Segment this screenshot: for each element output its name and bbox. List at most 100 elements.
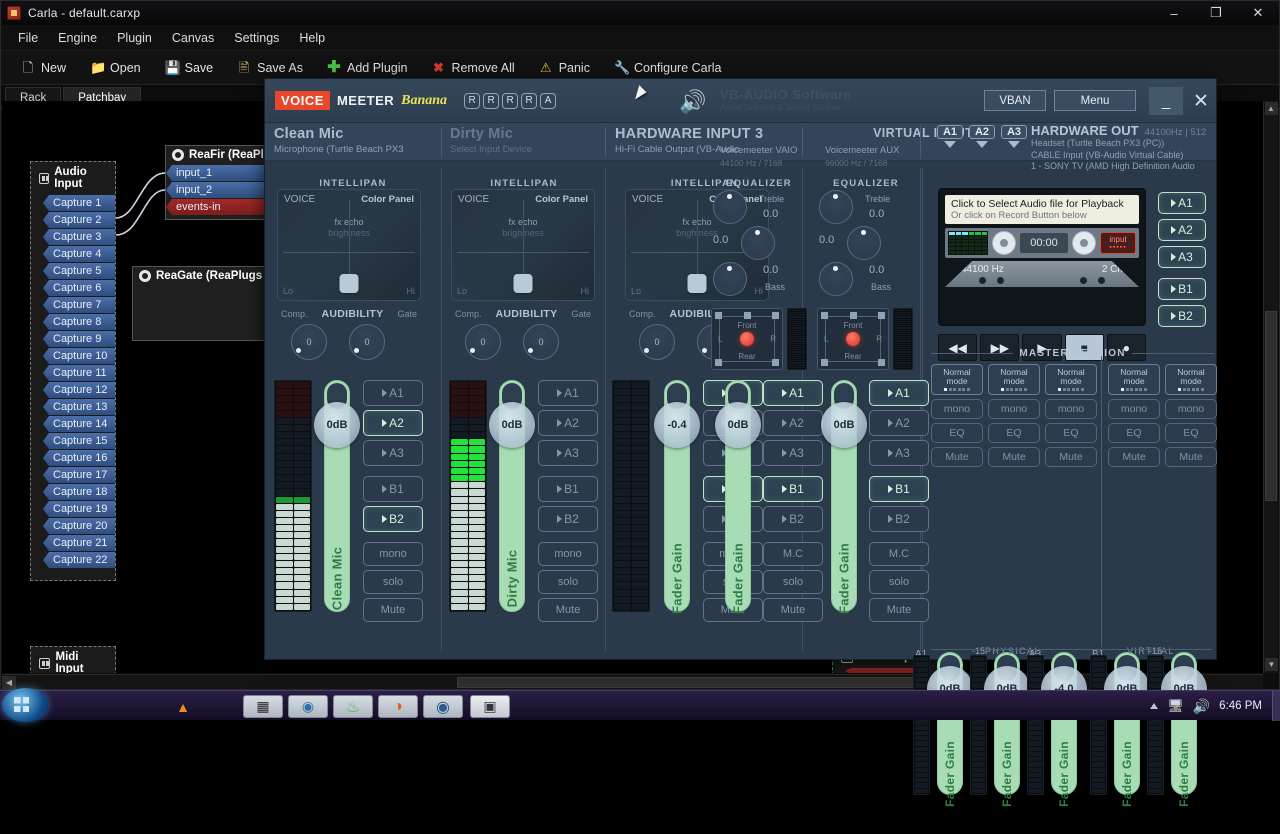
scroll-left-arrow[interactable]: ◀ xyxy=(2,676,16,689)
toolbar-remove-all-button[interactable]: ✖ Remove All xyxy=(421,57,524,79)
r-badge-4[interactable]: R xyxy=(521,93,537,109)
r-badge-3[interactable]: R xyxy=(502,93,518,109)
toolbar-save-as-button[interactable]: 🖹 Save As xyxy=(227,57,313,79)
bus-a3-chevron-down-icon[interactable] xyxy=(1008,141,1020,148)
master-a1-mono-button[interactable]: mono xyxy=(931,399,983,419)
strip-4-surround-handle[interactable] xyxy=(740,332,754,346)
toolbar-new-button[interactable]: 🗋 New xyxy=(11,57,76,79)
s1btns-mute-button[interactable]: Mute xyxy=(363,598,423,622)
strip-3-fader-knob[interactable]: -0.4 xyxy=(654,402,700,448)
show-desktop-button[interactable] xyxy=(1272,691,1280,721)
s2btns-b2[interactable]: B2 xyxy=(538,506,598,532)
s2btns-b1[interactable]: B1 xyxy=(538,476,598,502)
strip-4-fader-knob[interactable]: 0dB xyxy=(715,402,761,448)
master-a2-fader[interactable]: Fader Gain0dB xyxy=(992,652,1022,795)
vban-button[interactable]: VBAN xyxy=(984,90,1046,111)
port-input-2[interactable]: input_2 xyxy=(166,182,276,198)
s1btns-a3[interactable]: A3 xyxy=(363,440,423,466)
port-events-in[interactable]: events-in xyxy=(166,199,264,215)
port-capture-1[interactable]: Capture 1 xyxy=(43,195,115,211)
strip-1-fader[interactable]: Clean Mic 0dB xyxy=(322,380,352,612)
strip-2-comp-knob[interactable]: 0 xyxy=(465,324,501,360)
master-a1-mute-button[interactable]: Mute xyxy=(931,447,983,467)
s2btns-solo-button[interactable]: solo xyxy=(538,570,598,594)
master-b1-fader[interactable]: Fader Gain0dB xyxy=(1112,652,1142,795)
carla-maximize-button[interactable]: ❐ xyxy=(1195,2,1237,25)
s1btns-b1[interactable]: B1 xyxy=(363,476,423,502)
s1btns-a2[interactable]: A2 xyxy=(363,410,423,436)
recorder-panel[interactable]: Click to Select Audio file for Playback … xyxy=(938,188,1146,326)
menu-engine[interactable]: Engine xyxy=(49,27,106,49)
strip-5-mid-knob[interactable] xyxy=(847,226,881,260)
port-capture-18[interactable]: Capture 18 xyxy=(43,484,115,500)
master-a1-mode-button[interactable]: Normal mode xyxy=(931,364,983,395)
master-a3-mono-button[interactable]: mono xyxy=(1045,399,1097,419)
master-a3-mode-button[interactable]: Normal mode xyxy=(1045,364,1097,395)
master-b1-mono-button[interactable]: mono xyxy=(1108,399,1160,419)
patchbay-node-audio-input[interactable]: Audio Input Capture 1Capture 2Capture 3C… xyxy=(30,161,116,581)
toolbar-save-button[interactable]: 💾 Save xyxy=(155,57,224,79)
carla-minimize-button[interactable]: – xyxy=(1153,2,1195,25)
port-capture-7[interactable]: Capture 7 xyxy=(43,297,115,313)
master-a2-eq-button[interactable]: EQ xyxy=(988,423,1040,443)
strip-1-device[interactable]: Microphone (Turtle Beach PX3 xyxy=(274,144,404,155)
vscroll-thumb[interactable] xyxy=(1265,311,1277,501)
recorder-bus-b1[interactable]: B1 xyxy=(1158,278,1206,300)
master-a3-eq-button[interactable]: EQ xyxy=(1045,423,1097,443)
patchbay-vertical-scrollbar[interactable]: ▲ ▼ xyxy=(1263,101,1278,673)
port-capture-4[interactable]: Capture 4 xyxy=(43,246,115,262)
port-capture-6[interactable]: Capture 6 xyxy=(43,280,115,296)
port-capture-16[interactable]: Capture 16 xyxy=(43,450,115,466)
master-a2-mute-button[interactable]: Mute xyxy=(988,447,1040,467)
hardware-out-device-1[interactable]: Headset (Turtle Beach PX3 (PC)) xyxy=(1031,138,1206,150)
master-b1-mode-button[interactable]: Normal mode xyxy=(1108,364,1160,395)
taskbar-item-carla[interactable]: ▣ xyxy=(470,695,510,718)
port-capture-19[interactable]: Capture 19 xyxy=(43,501,115,517)
master-a3-mute-button[interactable]: Mute xyxy=(1045,447,1097,467)
taskbar-item-app[interactable]: ▦ xyxy=(243,695,283,718)
menu-button[interactable]: Menu xyxy=(1054,90,1136,111)
port-capture-20[interactable]: Capture 20 xyxy=(43,518,115,534)
a-badge[interactable]: A xyxy=(540,93,556,109)
strip-4-surround-pad[interactable]: Front Rear L R xyxy=(711,308,783,370)
recorder-screen[interactable]: Click to Select Audio file for Playback … xyxy=(945,195,1139,224)
toolbar-open-button[interactable]: 📁 Open xyxy=(80,57,151,79)
port-capture-13[interactable]: Capture 13 xyxy=(43,399,115,415)
master-b2-eq-button[interactable]: EQ xyxy=(1165,423,1217,443)
port-capture-8[interactable]: Capture 8 xyxy=(43,314,115,330)
voicemeeter-minimize-button[interactable]: _ xyxy=(1149,87,1183,115)
port-capture-17[interactable]: Capture 17 xyxy=(43,467,115,483)
s5btns-mc-button[interactable]: M.C xyxy=(869,542,929,566)
scroll-up-arrow[interactable]: ▲ xyxy=(1265,102,1278,115)
strip-4-bass-knob[interactable] xyxy=(713,262,747,296)
s2btns-a1[interactable]: A1 xyxy=(538,380,598,406)
hscroll-thumb[interactable] xyxy=(457,677,947,688)
s1btns-solo-button[interactable]: solo xyxy=(363,570,423,594)
strip-5-fader-knob[interactable]: 0dB xyxy=(821,402,867,448)
menu-settings[interactable]: Settings xyxy=(225,27,288,49)
master-b2-mute-button[interactable]: Mute xyxy=(1165,447,1217,467)
strip-2-intellipan-pad[interactable]: VOICE Color Panel fx echo brightness Lo … xyxy=(451,189,595,301)
strip-2-color-panel-label[interactable]: Color Panel xyxy=(535,194,588,205)
port-capture-22[interactable]: Capture 22 xyxy=(43,552,115,568)
menu-canvas[interactable]: Canvas xyxy=(163,27,223,49)
s5btns-b1[interactable]: B1 xyxy=(869,476,929,502)
strip-header-1[interactable]: Clean Mic Microphone (Turtle Beach PX3 xyxy=(274,126,404,155)
port-capture-5[interactable]: Capture 5 xyxy=(43,263,115,279)
voicemeeter-close-button[interactable]: ✕ xyxy=(1187,87,1215,115)
recorder-input-button[interactable]: input ▪▪▪▪▪ xyxy=(1100,232,1136,254)
s1btns-mono-button[interactable]: mono xyxy=(363,542,423,566)
strip-5-fader[interactable]: Fader Gain 0dB xyxy=(829,380,859,612)
master-b1-mute-button[interactable]: Mute xyxy=(1108,447,1160,467)
hardware-out-device-2[interactable]: CABLE Input (VB-Audio Virtual Cable) xyxy=(1031,150,1206,162)
bus-a1-chevron-down-icon[interactable] xyxy=(944,141,956,148)
port-capture-14[interactable]: Capture 14 xyxy=(43,416,115,432)
strip-4-treble-knob[interactable] xyxy=(713,190,747,224)
strip-3-comp-knob[interactable]: 0 xyxy=(639,324,675,360)
s5btns-a1[interactable]: A1 xyxy=(869,380,929,406)
port-capture-12[interactable]: Capture 12 xyxy=(43,382,115,398)
s5btns-a2[interactable]: A2 xyxy=(869,410,929,436)
strip-2-fader[interactable]: Dirty Mic 0dB xyxy=(497,380,527,612)
s1btns-a1[interactable]: A1 xyxy=(363,380,423,406)
strip-1-intellipan-handle[interactable] xyxy=(340,274,359,293)
